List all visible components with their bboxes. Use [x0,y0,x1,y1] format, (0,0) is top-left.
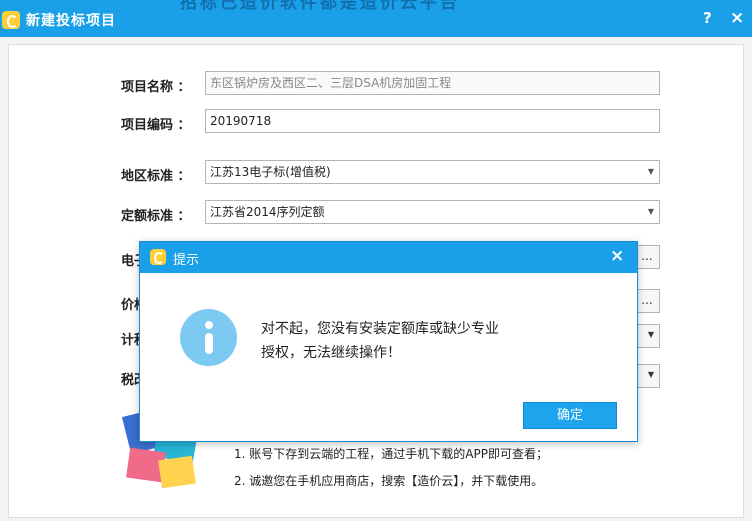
dialog-close-button[interactable]: × [610,246,624,266]
app-logo-icon [2,11,20,29]
help-button[interactable]: ? [703,9,712,27]
quota-standard-value: 江苏省2014序列定额 [210,205,325,219]
chevron-down-icon: ▼ [647,207,654,216]
window-titlebar: 招标已造价软件都是造价云平台 新建投标项目 ? × [0,0,752,37]
alert-dialog: 提示 × 对不起，您没有安装定额库或缺少专业授权，无法继续操作！ 确定 [139,241,638,442]
electronic-label: 电子 [121,254,139,269]
region-standard-label: 地区标准 ： [121,169,191,184]
ok-button[interactable]: 确定 [523,402,617,429]
tax-reform-label: 税改 [121,373,139,388]
region-standard-value: 江苏13电子标(增值税) [210,165,331,179]
quota-standard-label: 定额标准 ： [121,209,191,224]
background-ghost-text: 招标已造价软件都是造价云平台 [180,0,460,13]
window-close-button[interactable]: × [730,8,744,28]
window-title: 新建投标项目 [26,13,116,29]
chevron-down-icon: ▼ [647,167,654,176]
price-label: 价格 [121,298,139,313]
dialog-message: 对不起，您没有安装定额库或缺少专业授权，无法继续操作！ [261,321,499,361]
note-line: 2. 诚邀您在手机应用商店，搜索【造价云】，并下载使用。 [234,474,544,488]
app-logo-icon [150,249,166,265]
note-line: 1. 账号下存到云端的工程，通过手机下载的APP即可查看； [234,447,548,461]
info-icon [180,309,237,366]
dialog-title: 提示 [173,253,200,268]
project-name-label: 项目名称 ： [121,80,191,95]
project-code-label: 项目编码 ： [121,118,191,133]
project-name-field[interactable]: 东区锅炉房及西区二、三层DSA机房加固工程 [205,71,660,95]
tax-method-label: 计税 [121,333,139,348]
project-code-field[interactable]: 20190718 [205,109,660,133]
region-standard-select[interactable]: 江苏13电子标(增值税) ▼ [205,160,660,184]
dialog-titlebar: 提示 × [140,242,637,273]
quota-standard-select[interactable]: 江苏省2014序列定额 ▼ [205,200,660,224]
